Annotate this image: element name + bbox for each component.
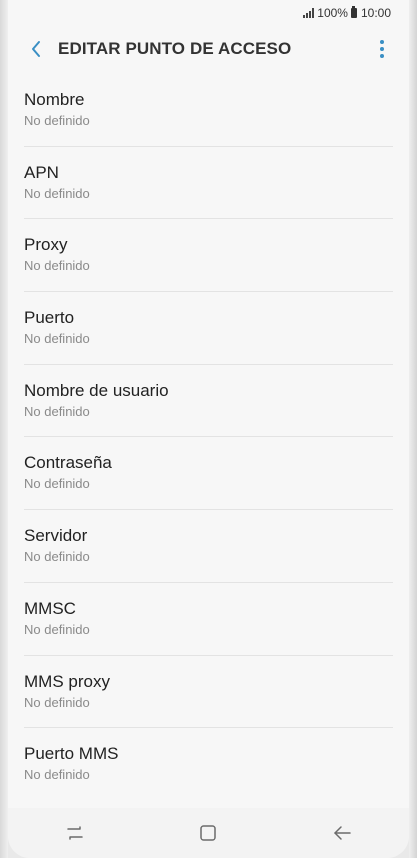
list-item-value: No definido: [24, 185, 90, 201]
status-time: 10:00: [360, 6, 391, 20]
app-bar: EDITAR PUNTO DE ACCESO: [8, 26, 409, 72]
more-options-button[interactable]: [367, 32, 397, 66]
list-item-value: No definido: [24, 331, 90, 347]
list-item-title: Puerto: [24, 308, 75, 328]
list-item-nombre-de-usuario[interactable]: Nombre de usuario No definido: [8, 365, 409, 438]
list-item-mms-proxy[interactable]: MMS proxy No definido: [8, 656, 409, 729]
list-item-title: Servidor: [24, 526, 88, 546]
more-vert-icon: [380, 40, 384, 58]
list-item-title: MMSC: [24, 598, 76, 618]
screen-edge-left: [0, 0, 8, 858]
list-item-value: No definido: [24, 621, 90, 637]
list-item-title: MMS proxy: [24, 671, 110, 691]
list-item-proxy[interactable]: Proxy No definido: [8, 219, 409, 292]
list-item-mmsc[interactable]: MMSC No definido: [8, 583, 409, 656]
back-chevron-icon: [32, 41, 40, 57]
navigation-bar: [8, 808, 409, 858]
list-item-value: No definido: [24, 549, 90, 565]
battery-percent: 100%: [317, 6, 348, 20]
device-frame: 100% 10:00 EDITAR PUNTO DE ACCESO Nombre…: [0, 0, 417, 858]
list-item-title: Proxy: [24, 235, 68, 255]
list-item-title: APN: [24, 162, 59, 182]
apn-settings-list: Nombre No definido APN No definido Proxy…: [8, 74, 409, 801]
list-item-nombre[interactable]: Nombre No definido: [8, 74, 409, 147]
recent-apps-button[interactable]: [45, 813, 105, 853]
back-button[interactable]: [16, 29, 56, 69]
battery-icon: [350, 6, 357, 18]
list-item-title: Nombre: [24, 90, 85, 109]
list-item-servidor[interactable]: Servidor No definido: [8, 510, 409, 583]
list-item-puerto-mms[interactable]: Puerto MMS No definido: [8, 728, 409, 801]
page-title: EDITAR PUNTO DE ACCESO: [58, 39, 292, 58]
home-button[interactable]: [178, 813, 238, 853]
nav-back-arrow-icon: [334, 826, 351, 840]
list-item-apn[interactable]: APN No definido: [8, 147, 409, 220]
list-item-puerto[interactable]: Puerto No definido: [8, 292, 409, 365]
list-item-title: Contraseña: [24, 453, 112, 473]
list-item-value: No definido: [24, 694, 90, 710]
list-item-value: No definido: [24, 258, 90, 274]
list-item-value: No definido: [24, 113, 90, 128]
list-item-value: No definido: [24, 767, 90, 783]
list-item-value: No definido: [24, 476, 90, 492]
status-bar: 100% 10:00: [8, 0, 409, 26]
home-icon: [200, 825, 217, 841]
recent-apps-icon: [67, 826, 83, 840]
screen: 100% 10:00 EDITAR PUNTO DE ACCESO Nombre…: [8, 0, 409, 858]
list-item-title: Puerto MMS: [24, 744, 119, 764]
signal-bars-icon: [303, 8, 315, 18]
screen-edge-right: [409, 0, 417, 858]
list-item-title: Nombre de usuario: [24, 380, 169, 400]
nav-back-button[interactable]: [312, 813, 372, 853]
list-item-contrasena[interactable]: Contraseña No definido: [8, 437, 409, 510]
list-item-value: No definido: [24, 403, 90, 419]
